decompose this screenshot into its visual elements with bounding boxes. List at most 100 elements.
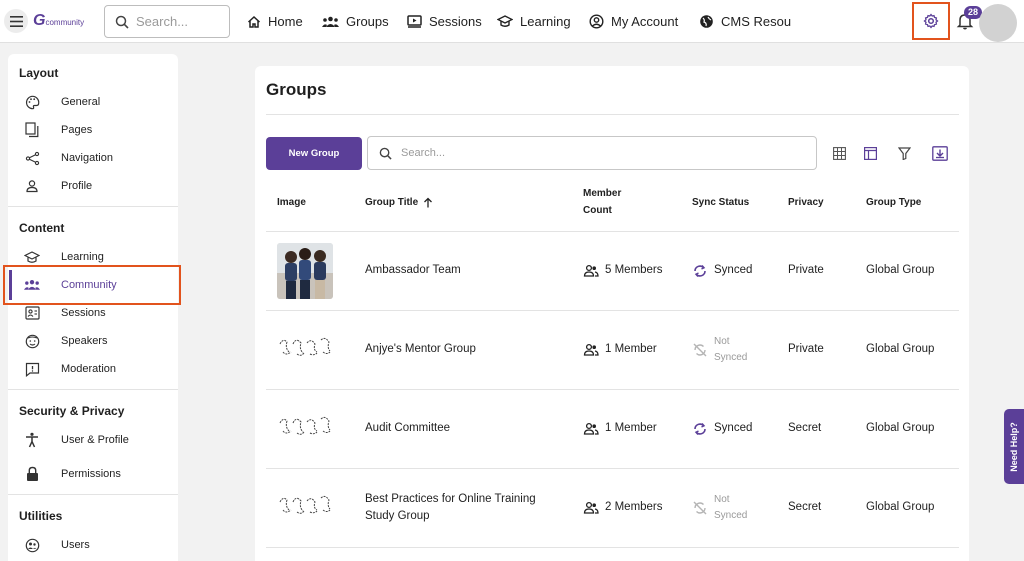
gear-icon — [923, 13, 939, 29]
group-image — [277, 480, 333, 536]
palette-icon — [24, 94, 40, 110]
search-icon — [115, 15, 129, 29]
groups-search-input[interactable] — [401, 147, 781, 159]
section-title-security: Security & Privacy — [19, 404, 125, 418]
nav-groups-label: Groups — [346, 14, 389, 29]
group-title-line2: Study Group — [365, 510, 430, 522]
grid-view-icon[interactable] — [831, 145, 847, 161]
sidebar-item-label: Pages — [61, 124, 93, 136]
members-icon — [583, 501, 599, 514]
column-header-sync: Sync Status — [692, 197, 750, 208]
top-bar: G community Home Groups Sessions Learnin… — [0, 0, 1024, 43]
row-divider — [266, 547, 959, 548]
row-divider — [266, 389, 959, 390]
section-title-layout: Layout — [19, 66, 59, 80]
row-divider — [266, 231, 959, 232]
section-title-content: Content — [19, 221, 65, 235]
nav-home[interactable]: Home — [247, 0, 303, 43]
nav-my-account-label: My Account — [611, 14, 679, 29]
sidebar-item-users[interactable]: Users — [8, 534, 178, 556]
column-header-member-count-line2: Count — [583, 205, 612, 216]
users-icon — [24, 537, 40, 553]
sync-status: Not Synced — [714, 492, 747, 524]
group-title[interactable]: Best Practices for Online Training Study… — [365, 491, 536, 525]
nav-groups[interactable]: Groups — [322, 0, 389, 43]
groups-panel: Groups New Group Image Group Title Membe… — [255, 66, 969, 561]
global-search-input[interactable] — [136, 14, 216, 29]
need-help-tab[interactable]: Need Help? — [1004, 409, 1024, 484]
sidebar-item-moderation[interactable]: Moderation — [8, 358, 178, 380]
group-image — [277, 401, 333, 457]
column-header-privacy: Privacy — [788, 197, 824, 208]
sidebar-item-permissions[interactable]: Permissions — [8, 463, 178, 485]
sidebar-item-general[interactable]: General — [8, 91, 178, 113]
filter-icon[interactable] — [896, 145, 912, 161]
group-type: Global Group — [866, 264, 935, 276]
group-type: Global Group — [866, 422, 935, 434]
active-item-highlight — [3, 265, 181, 305]
nav-my-account[interactable]: My Account — [589, 0, 678, 43]
nav-learning[interactable]: Learning — [497, 0, 571, 43]
sidebar-item-speakers[interactable]: Speakers — [8, 330, 178, 352]
members-icon — [583, 264, 599, 277]
nav-sessions[interactable]: Sessions — [407, 0, 482, 43]
sidebar-divider — [8, 494, 178, 495]
logo-mark: G — [33, 12, 45, 29]
moderation-icon — [24, 361, 40, 377]
sidebar-item-user-profile[interactable]: User & Profile — [8, 429, 178, 451]
sync-status-line1: Not — [714, 494, 730, 505]
sidebar-item-label: Learning — [61, 251, 104, 263]
new-group-button[interactable]: New Group — [266, 137, 362, 170]
sidebar-item-sessions[interactable]: Sessions — [8, 302, 178, 324]
account-icon — [589, 14, 604, 29]
member-count: 1 Member — [605, 422, 657, 434]
group-photo-image — [277, 243, 333, 299]
sidebar-item-label: Profile — [61, 180, 93, 192]
logo-text: community — [45, 18, 85, 27]
sort-ascending-icon — [424, 197, 433, 208]
groups-search[interactable] — [367, 136, 817, 170]
column-header-title[interactable]: Group Title — [365, 194, 433, 211]
members-icon — [583, 422, 599, 435]
learning-icon — [497, 15, 513, 27]
group-sketch-image — [279, 495, 331, 514]
privacy: Private — [788, 343, 824, 355]
sync-disabled-icon — [693, 343, 707, 357]
group-title[interactable]: Audit Committee — [365, 420, 450, 437]
privacy: Secret — [788, 422, 822, 434]
sync-status-line1: Not — [714, 336, 730, 347]
sidebar-item-navigation[interactable]: Navigation — [8, 147, 178, 169]
cms-resources-icon — [700, 15, 713, 28]
share-icon — [24, 150, 40, 166]
sidebar-item-label: Navigation — [61, 152, 113, 164]
sidebar-item-label: Speakers — [61, 335, 108, 347]
avatar[interactable] — [979, 4, 1017, 42]
nav-cms-resources-label: CMS Resourc — [721, 14, 792, 29]
column-header-image: Image — [277, 197, 306, 208]
nav-learning-label: Learning — [520, 14, 571, 29]
column-header-type: Group Type — [866, 197, 922, 208]
group-type: Global Group — [866, 501, 935, 513]
privacy: Secret — [788, 501, 822, 513]
table-view-icon[interactable] — [862, 145, 878, 161]
synced-icon — [694, 265, 706, 277]
sync-status: Not Synced — [714, 334, 747, 366]
sync-status: Synced — [714, 264, 753, 276]
learning-icon — [24, 249, 40, 265]
download-icon[interactable] — [932, 145, 948, 161]
sessions-icon — [407, 15, 422, 28]
sidebar-item-pages[interactable]: Pages — [8, 119, 178, 141]
group-title[interactable]: Anjye's Mentor Group — [365, 341, 476, 358]
global-search[interactable] — [104, 5, 230, 38]
group-image — [277, 243, 333, 299]
settings-button[interactable] — [912, 2, 950, 40]
home-icon — [247, 15, 261, 28]
logo[interactable]: G community — [33, 12, 84, 30]
menu-icon[interactable] — [4, 9, 28, 33]
group-title[interactable]: Ambassador Team — [365, 262, 461, 279]
nav-cms-resources[interactable]: CMS Resourc — [699, 0, 792, 43]
nav-home-label: Home — [268, 14, 303, 29]
group-sketch-image — [279, 416, 331, 435]
sidebar-item-profile[interactable]: Profile — [8, 175, 178, 197]
nav-sessions-label: Sessions — [429, 14, 482, 29]
